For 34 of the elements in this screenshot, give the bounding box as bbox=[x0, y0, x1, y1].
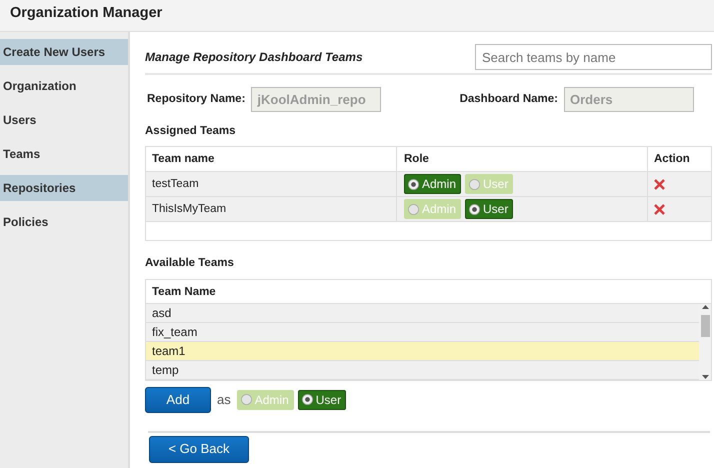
page-title: Manage Repository Dashboard Teams bbox=[145, 49, 363, 66]
list-item[interactable]: asd bbox=[146, 304, 699, 322]
scrollbar[interactable] bbox=[699, 304, 711, 380]
column-header: Role bbox=[404, 152, 429, 167]
column-header: Team name bbox=[152, 152, 214, 167]
sidebar-item[interactable]: Organization bbox=[0, 73, 128, 99]
list-item[interactable]: temp bbox=[146, 360, 699, 380]
sidebar-item[interactable]: Policies bbox=[0, 209, 128, 235]
scroll-up-icon[interactable] bbox=[702, 304, 708, 308]
scroll-thumb[interactable] bbox=[700, 314, 710, 336]
back-button[interactable]: < Go Back bbox=[149, 436, 249, 462]
list-item[interactable]: fix_team bbox=[146, 322, 699, 342]
scroll-down-icon[interactable] bbox=[702, 374, 708, 380]
table-cell-text: ThisIsMyTeam bbox=[152, 202, 226, 217]
remove-icon[interactable] bbox=[654, 204, 665, 215]
section-heading: Assigned Teams bbox=[145, 124, 237, 139]
sidebar-item[interactable]: Teams bbox=[0, 141, 128, 167]
section-heading: Available Teams bbox=[145, 256, 235, 272]
sidebar-item[interactable]: Users bbox=[0, 107, 128, 133]
remove-icon[interactable] bbox=[654, 178, 665, 190]
add-button[interactable]: Add bbox=[145, 386, 211, 412]
list-item[interactable]: team1 bbox=[146, 342, 699, 360]
sidebar-item[interactable]: Create New Users bbox=[0, 39, 128, 65]
table-cell-text: testTeam bbox=[152, 176, 199, 192]
role-toggle[interactable]: User bbox=[465, 199, 514, 220]
role-toggle[interactable]: User bbox=[298, 390, 346, 410]
field-label: Repository Name: bbox=[147, 92, 246, 107]
search-field[interactable]: Search teams by name bbox=[475, 44, 712, 70]
column-header: Action bbox=[654, 152, 690, 167]
as-label: as bbox=[217, 390, 231, 409]
role-toggle[interactable]: Admin bbox=[404, 174, 462, 194]
app-title: Organization Manager bbox=[10, 5, 162, 21]
sidebar-item[interactable]: Repositories bbox=[0, 175, 128, 201]
field-label: Dashboard Name: bbox=[460, 92, 558, 107]
